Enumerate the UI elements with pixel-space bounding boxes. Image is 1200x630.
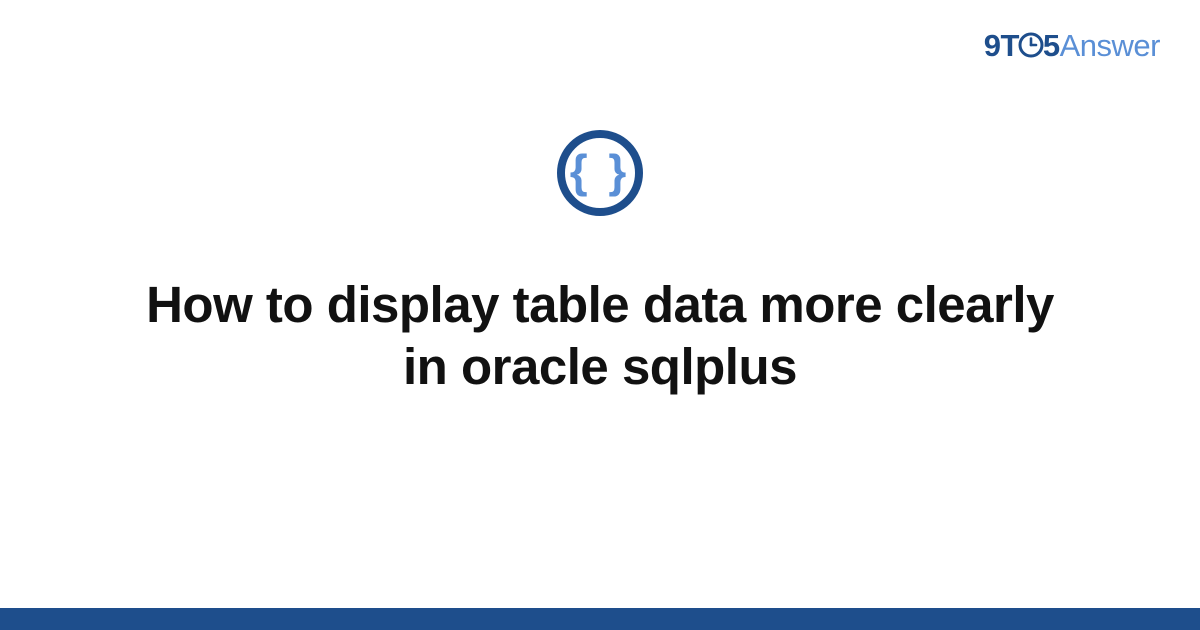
clock-icon — [1018, 32, 1044, 58]
site-logo[interactable]: 9T 5Answer — [984, 28, 1160, 64]
category-badge: { } — [557, 130, 643, 216]
hero-section: { } How to display table data more clear… — [0, 130, 1200, 398]
logo-text-t: T — [1000, 28, 1018, 63]
logo-text-5: 5 — [1043, 28, 1060, 63]
page-title: How to display table data more clearly i… — [140, 274, 1060, 398]
braces-icon: { } — [570, 148, 631, 194]
logo-text-answer: Answer — [1060, 28, 1160, 63]
footer-bar — [0, 608, 1200, 630]
logo-text-9: 9 — [984, 28, 1001, 63]
